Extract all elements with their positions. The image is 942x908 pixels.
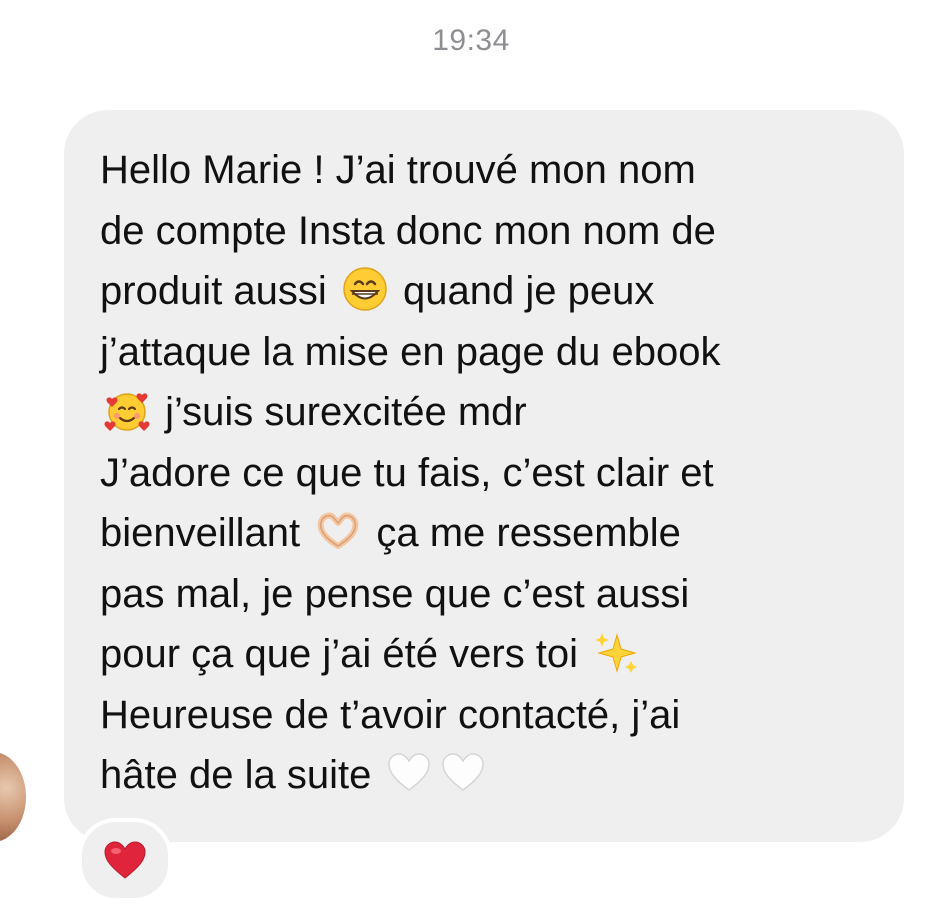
white-heart-icon bbox=[440, 750, 486, 796]
message-timestamp: 19:34 bbox=[432, 24, 510, 57]
avatar[interactable] bbox=[0, 752, 26, 842]
smiling-face-with-hearts-icon bbox=[104, 387, 150, 433]
heart-hands-icon bbox=[315, 508, 361, 554]
grinning-face-icon bbox=[342, 266, 388, 312]
red-heart-icon bbox=[104, 841, 146, 879]
sparkles-icon bbox=[593, 629, 639, 675]
message-text: Hello Marie ! J’ai trouvé mon nom de com… bbox=[100, 140, 890, 806]
white-heart-icon bbox=[386, 750, 432, 796]
reaction-badge[interactable] bbox=[78, 818, 172, 902]
